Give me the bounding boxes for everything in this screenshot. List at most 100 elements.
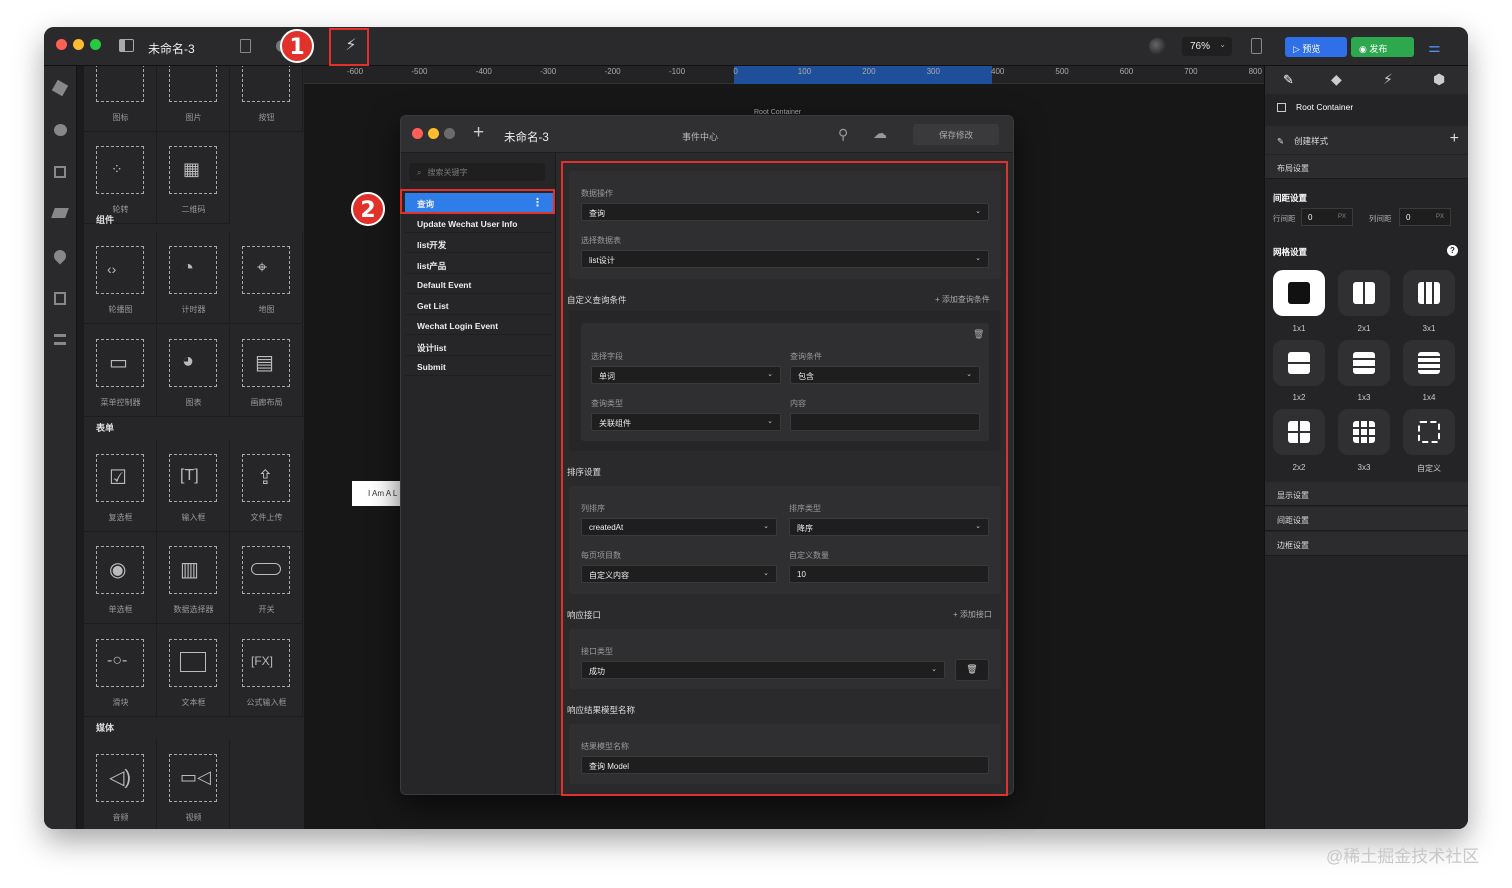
dialog-zoom-button[interactable] (444, 128, 455, 139)
event-item[interactable]: Get List (405, 296, 553, 315)
component-gallery[interactable]: ▤ 画廊布局 (230, 325, 303, 417)
zoom-window-button[interactable] (90, 39, 101, 50)
highlight-config-panel (561, 161, 1008, 796)
event-item[interactable]: Default Event (405, 275, 553, 294)
cube-icon[interactable] (51, 79, 69, 97)
help-icon[interactable]: ? (1447, 245, 1458, 256)
sidebar-toggle-icon[interactable] (119, 39, 134, 52)
add-icon[interactable]: + (1450, 130, 1459, 148)
component-carousel[interactable]: ‹› 轮播图 (84, 232, 157, 324)
grid-2x1-tile[interactable] (1338, 270, 1390, 316)
dialog-center-title: 事件中心 (682, 132, 719, 142)
component-formula-input[interactable]: [FX] 公式输入框 (230, 625, 303, 717)
theme-icon[interactable] (1149, 38, 1166, 55)
pie-chart-icon: ◕ (182, 350, 195, 372)
pin-icon[interactable] (51, 247, 69, 265)
border-settings-row[interactable]: 边框设置 (1265, 532, 1468, 556)
grid-label: 1x4 (1422, 393, 1436, 402)
list-icon[interactable] (54, 334, 66, 345)
component-video[interactable]: ▭◁ 视频 (157, 740, 230, 829)
ruler-tick-label: 200 (862, 67, 876, 76)
event-item[interactable]: Submit (405, 357, 553, 376)
grid-1x4-icon (1418, 352, 1440, 374)
grid-1x4-tile[interactable] (1403, 340, 1455, 386)
preview-button[interactable]: ▷ 预览 (1285, 37, 1347, 57)
box-icon[interactable]: ⬢ (1433, 71, 1445, 88)
device-icon[interactable] (1251, 38, 1262, 54)
video-icon: ▭◁ (180, 767, 211, 787)
event-search-input[interactable]: ⌕ 搜索关键字 (409, 163, 545, 181)
event-item[interactable]: Update Wechat User Info (405, 214, 553, 233)
diamond-icon[interactable]: ◆ (1331, 71, 1342, 88)
filter-icon[interactable]: ⚲ (838, 126, 848, 143)
component-label: 视频 (185, 813, 202, 822)
component-menu-controller[interactable]: ▭ 菜单控制器 (84, 325, 157, 417)
lightning-icon[interactable]: ⚡ (1383, 71, 1393, 88)
component-icon[interactable]: 图标 (84, 66, 157, 132)
close-window-button[interactable] (56, 39, 67, 50)
app-title: 未命名-3 (148, 42, 195, 56)
page-icon[interactable] (54, 292, 66, 305)
component-carousel-dots[interactable]: ⁘ 轮转 (84, 132, 157, 224)
component-data-picker[interactable]: ▥ 数据选择器 (157, 532, 230, 624)
text-element[interactable]: I Am A L (352, 481, 402, 506)
layers-icon[interactable] (51, 208, 69, 218)
grid-1x2-tile[interactable] (1273, 340, 1325, 386)
row-gap-input[interactable]: 0 PX (1301, 208, 1353, 226)
col-gap-input[interactable]: 0 PX (1399, 208, 1451, 226)
row-gap-label: 行间距 (1273, 214, 1296, 223)
component-file-upload[interactable]: ⇪ 文件上传 (230, 440, 303, 532)
component-radio[interactable]: ◉ 单选框 (84, 532, 157, 624)
settings-sliders-icon[interactable]: ⚌ (1428, 39, 1441, 56)
dialog-close-button[interactable] (412, 128, 423, 139)
ruler-tick-label: -400 (475, 67, 492, 76)
col-gap-label: 列间距 (1369, 214, 1392, 223)
grid-2x2-tile[interactable] (1273, 409, 1325, 455)
component-image[interactable]: 图片 (157, 66, 230, 132)
publish-button[interactable]: ◉ 发布 (1351, 37, 1414, 57)
component-button[interactable]: 按钮 (230, 66, 303, 132)
spacing-settings-row[interactable]: 间距设置 (1265, 507, 1468, 531)
event-item[interactable]: 设计list (405, 337, 553, 356)
dialog-minimize-button[interactable] (428, 128, 439, 139)
layout-settings-row[interactable]: 布局设置 (1265, 155, 1468, 179)
create-style-row[interactable]: ✎ 创建样式 + (1265, 126, 1468, 154)
grid-3x3-tile[interactable] (1338, 409, 1390, 455)
grid-3x1-tile[interactable] (1403, 270, 1455, 316)
grid-1x3-tile[interactable] (1338, 340, 1390, 386)
component-map[interactable]: ⌖ 地图 (230, 232, 303, 324)
file-icon[interactable] (240, 39, 251, 53)
component-timer[interactable]: ◔ 计时器 (157, 232, 230, 324)
component-qrcode[interactable]: ▦ 二维码 (157, 132, 230, 224)
event-item[interactable]: list产品 (405, 255, 553, 274)
zoom-select[interactable]: 76% ⌄ (1182, 37, 1232, 56)
grid-1x3-icon (1353, 352, 1375, 374)
root-container-row[interactable]: Root Container (1277, 102, 1353, 113)
text-element-content: I Am A L (368, 489, 398, 498)
display-settings-row[interactable]: 显示设置 (1265, 482, 1468, 506)
save-changes-button[interactable]: 保存修改 (913, 124, 999, 145)
component-label: 滑块 (112, 698, 129, 707)
component-label: 菜单控制器 (100, 398, 141, 407)
component-checkbox[interactable]: ☑ 复选框 (84, 440, 157, 532)
component-audio[interactable]: ◁) 音频 (84, 740, 157, 829)
component-slider[interactable]: -○- 滑块 (84, 625, 157, 717)
shapes-icon[interactable] (54, 124, 67, 136)
add-event-icon[interactable]: + (473, 122, 484, 144)
grid-custom-tile[interactable] (1403, 409, 1455, 455)
cloud-icon[interactable]: ☁ (873, 125, 887, 142)
event-item[interactable]: list开发 (405, 234, 553, 253)
minimize-window-button[interactable] (73, 39, 84, 50)
create-style-label: 创建样式 (1294, 136, 1329, 146)
speaker-icon: ◁) (109, 767, 132, 789)
component-input[interactable]: [T] 输入框 (157, 440, 230, 532)
component-chart[interactable]: ◕ 图表 (157, 325, 230, 417)
event-item[interactable]: Wechat Login Event (405, 316, 553, 335)
component-textarea[interactable]: 文本框 (157, 625, 230, 717)
component-label: 二维码 (181, 205, 206, 214)
components-icon[interactable] (54, 166, 66, 178)
grid-1x1-tile[interactable] (1273, 270, 1325, 316)
row-gap-unit: PX (1337, 214, 1346, 220)
brush-icon[interactable]: ✎ (1283, 72, 1294, 88)
component-switch[interactable]: 开关 (230, 532, 303, 624)
